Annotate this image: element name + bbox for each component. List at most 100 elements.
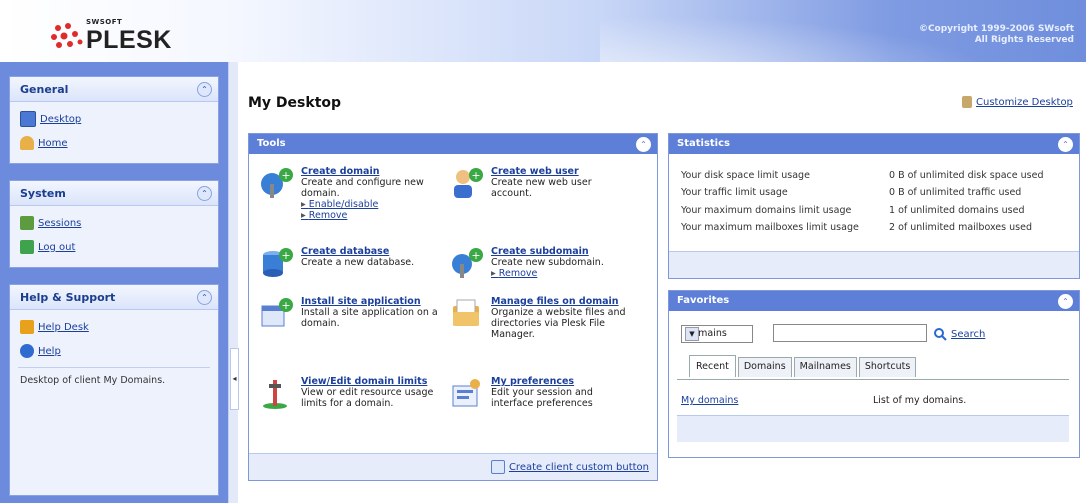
my-preferences-desc: Edit your session and interface preferen… (491, 387, 593, 409)
sidebar-item-label[interactable]: Sessions (38, 218, 81, 229)
customize-icon (962, 96, 972, 108)
copyright-line-1: ©Copyright 1999-2006 SWsoft (918, 24, 1074, 34)
tabs-divider (677, 379, 1069, 380)
collapse-icon[interactable]: ⌃ (1058, 137, 1073, 152)
svg-text:+: + (281, 169, 290, 182)
sidebar-item-label[interactable]: Log out (38, 242, 75, 253)
statistics-panel: Statistics ⌃ Your disk space limit usage… (668, 133, 1080, 279)
create-database-desc: Create a new database. (301, 257, 415, 268)
sidebar-item-sessions[interactable]: Sessions (20, 215, 81, 231)
my-preferences-link[interactable]: My preferences (491, 376, 631, 387)
nav-group-help-header[interactable]: Help & Support ⌃ (10, 285, 218, 310)
header-bar: SWSOFT PLESK ©Copyright 1999-2006 SWsoft… (0, 0, 1086, 62)
collapse-icon[interactable]: ⌃ (197, 290, 212, 305)
page-title: My Desktop (248, 95, 342, 111)
favorites-panel-title: Favorites (677, 295, 730, 306)
remove-subdomain-link[interactable]: Remove (491, 268, 631, 279)
manage-files-link[interactable]: Manage files on domain (491, 296, 631, 307)
favorite-desc: List of my domains. (873, 395, 967, 406)
home-icon (20, 136, 34, 150)
context-help-text: Desktop of client My Domains. (20, 375, 166, 386)
view-edit-limits-desc: View or edit resource usage limits for a… (301, 387, 434, 409)
stat-label: Your traffic limit usage (681, 187, 788, 198)
svg-text:+: + (471, 249, 480, 262)
sidebar-item-helpdesk[interactable]: Help Desk (20, 319, 89, 335)
create-web-user-desc: Create new web user account. (491, 177, 592, 199)
nav-group-system-title: System (20, 187, 66, 200)
create-domain-link[interactable]: Create domain (301, 166, 441, 177)
collapse-icon[interactable]: ⌃ (636, 137, 651, 152)
create-web-user-icon: + (454, 168, 483, 198)
statistics-panel-header: Statistics ⌃ (669, 134, 1079, 154)
favorites-footer-bar (677, 415, 1069, 442)
create-domain-icon: + (261, 168, 293, 198)
tab-mailnames[interactable]: Mailnames (793, 357, 857, 377)
collapse-sidebar-handle[interactable]: ◂ (230, 348, 239, 410)
left-navigation: General ⌃ Desktop Home System ⌃ Sessions… (0, 62, 228, 503)
create-custom-button-link[interactable]: Create client custom button (490, 460, 649, 474)
sidebar-item-help[interactable]: Help (20, 343, 61, 359)
sidebar-splitter[interactable]: ◂ (228, 62, 239, 503)
favorites-search-button[interactable]: Search (933, 327, 985, 341)
plesk-logo-icon (51, 23, 83, 48)
nav-group-general-header[interactable]: General ⌃ (10, 77, 218, 102)
search-label[interactable]: Search (951, 329, 985, 340)
create-database-icon: + (263, 248, 293, 277)
sidebar-item-home[interactable]: Home (20, 135, 68, 151)
favorites-search-input[interactable] (773, 324, 927, 342)
sidebar-item-label[interactable]: Help Desk (38, 322, 89, 333)
create-subdomain-link[interactable]: Create subdomain (491, 246, 631, 257)
sidebar-item-desktop[interactable]: Desktop (20, 111, 81, 127)
chevron-down-icon[interactable]: ▼ (685, 327, 699, 341)
search-icon (934, 328, 947, 341)
sidebar-item-label[interactable]: Help (38, 346, 61, 357)
copyright-line-2: All Rights Reserved (974, 35, 1074, 45)
nav-group-general: General ⌃ Desktop Home (9, 76, 219, 164)
install-application-icon: + (261, 298, 293, 327)
install-site-application-desc: Install a site application on a domain. (301, 307, 438, 329)
sidebar-item-logout[interactable]: Log out (20, 239, 75, 255)
stat-label: Your disk space limit usage (681, 170, 810, 181)
favorites-scope-select[interactable]: Domains ▼ (681, 325, 753, 343)
customize-desktop-label[interactable]: Customize Desktop (976, 97, 1073, 108)
list-item: My domains List of my domains. (681, 395, 1071, 406)
collapse-icon[interactable]: ⌃ (197, 82, 212, 97)
create-web-user-link[interactable]: Create web user (491, 166, 631, 177)
domain-limits-icon (263, 380, 287, 409)
desktop-icon (20, 111, 36, 127)
nav-group-help-title: Help & Support (20, 291, 116, 304)
stat-label: Your maximum domains limit usage (681, 205, 852, 216)
nav-group-system-header[interactable]: System ⌃ (10, 181, 218, 206)
collapse-icon[interactable]: ⌃ (1058, 294, 1073, 309)
statistics-panel-footer (669, 251, 1079, 278)
statistics-panel-title: Statistics (677, 138, 730, 149)
copyright-text: ©Copyright 1999-2006 SWsoft All Rights R… (919, 24, 1074, 46)
create-custom-button-label[interactable]: Create client custom button (509, 462, 649, 473)
favorite-link[interactable]: My domains (681, 395, 738, 406)
custom-button-icon (490, 460, 505, 474)
create-database-link[interactable]: Create database (301, 246, 441, 257)
favorites-tabs: Recent Domains Mailnames Shortcuts (689, 355, 918, 377)
nav-group-system: System ⌃ Sessions Log out (9, 180, 219, 268)
customize-desktop-link[interactable]: Customize Desktop (962, 96, 1073, 108)
logo-product-text: PLESK (86, 26, 172, 54)
preferences-icon (452, 379, 480, 407)
tab-domains[interactable]: Domains (737, 357, 792, 377)
sidebar-item-label[interactable]: Home (38, 138, 68, 149)
collapse-icon[interactable]: ⌃ (197, 186, 212, 201)
stat-value: 0 B of unlimited disk space used (889, 170, 1044, 181)
help-icon (20, 344, 34, 358)
install-site-application-link[interactable]: Install site application (301, 296, 441, 307)
tools-panel-header: Tools ⌃ (249, 134, 657, 154)
sidebar-item-label[interactable]: Desktop (40, 114, 81, 125)
nav-group-general-title: General (20, 83, 69, 96)
favorites-panel: Favorites ⌃ Domains ▼ Search Recent Doma… (668, 290, 1080, 458)
tab-shortcuts[interactable]: Shortcuts (858, 357, 917, 377)
tab-recent[interactable]: Recent (689, 355, 736, 377)
file-manager-icon (453, 299, 479, 326)
view-edit-limits-link[interactable]: View/Edit domain limits (301, 376, 441, 387)
logo-vendor-text: SWSOFT (86, 18, 123, 26)
remove-domain-link[interactable]: Remove (301, 210, 441, 221)
enable-disable-link[interactable]: Enable/disable (301, 199, 441, 210)
tools-panel-title: Tools (257, 138, 286, 149)
